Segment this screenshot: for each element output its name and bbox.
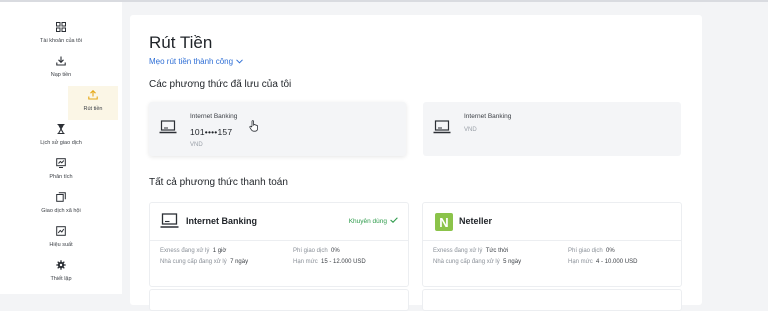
fee-label: Phí giao dịch [568,248,603,254]
fee-row: Phí giao dịch 0% [293,248,340,254]
recommended-badge: Khuyên dùng [349,217,398,225]
sidebar-item-label: Giao dịch xã hội [41,208,81,214]
limit-label: Hạn mức [293,259,318,265]
chevron-down-icon [236,57,243,66]
limit-row: Hạn mức 4 - 10.000 USD [568,259,637,265]
fee-row: Phí giao dịch 0% [568,248,615,254]
neteller-logo-icon: N [435,213,453,231]
copy-icon [55,191,67,203]
processing-value: Tức thời [485,248,509,254]
payment-method-header: Internet Banking Khuyên dùng [150,203,408,241]
laptop-icon [160,213,179,229]
saved-method-currency: VND [464,127,477,133]
saved-method-card[interactable]: Internet Banking 101••••157 VND [149,102,406,156]
tips-link[interactable]: Mẹo rút tiền thành công [149,57,243,66]
sidebar-item-settings[interactable]: Thiết lập [0,256,122,290]
sidebar-item-history[interactable]: Lịch sử giao dịch [0,120,122,154]
sidebar-item-performance[interactable]: Hiệu suất [0,222,122,256]
saved-method-name: Internet Banking [190,113,238,120]
payment-method-name: Neteller [459,216,493,226]
sidebar-item-withdraw[interactable]: Rút tiền [68,86,118,120]
provider-time-row: Nhà cung cấp đang xử lý 7 ngày [160,259,248,265]
fee-label: Phí giao dịch [293,248,328,254]
limit-value: 15 - 12.000 USD [321,259,366,265]
saved-method-card[interactable]: Internet Banking VND [423,102,681,156]
all-methods-heading: Tất cả phương thức thanh toán [149,177,288,188]
upload-icon [87,89,99,101]
page-title: Rút Tiền [149,33,213,52]
main-panel: Rút Tiền Mẹo rút tiền thành công Các phư… [130,15,702,311]
provider-time-row: Nhà cung cấp đang xử lý 5 ngày [433,259,521,265]
saved-method-account-number: 101••••157 [190,127,233,137]
grid-icon [55,21,67,33]
performance-icon [55,225,67,237]
fee-value: 0% [606,248,615,254]
provider-label: Nhà cung cấp đang xử lý [433,259,500,265]
provider-label: Nhà cung cấp đang xử lý [160,259,227,265]
payment-method-header: N Neteller [423,203,681,241]
payment-method-card[interactable]: N Neteller Exness đang xử lý Tức thời Ph… [422,202,682,287]
download-icon [55,55,67,67]
processing-time-row: Exness đang xử lý Tức thời [433,248,508,254]
saved-method-currency: VND [190,142,203,148]
fee-value: 0% [331,248,340,254]
provider-value: 5 ngày [503,259,522,265]
sidebar: Tài khoản của tôi Nạp tiền Rút tiền Lịch… [0,2,122,294]
limit-value: 4 - 10.000 USD [596,259,638,265]
recommended-label: Khuyên dùng [348,217,387,225]
hand-cursor-icon [249,119,259,132]
sidebar-item-label: Phân tích [49,174,73,180]
sidebar-item-label: Thiết lập [50,276,72,282]
limit-row: Hạn mức 15 - 12.000 USD [293,259,366,265]
sidebar-item-my-account[interactable]: Tài khoản của tôi [0,18,122,52]
hourglass-icon [55,123,67,135]
sidebar-item-label: Tài khoản của tôi [40,38,82,44]
processing-value: 1 giờ [212,248,227,254]
saved-method-name: Internet Banking [464,113,512,120]
saved-methods-heading: Các phương thức đã lưu của tôi [149,79,292,90]
sidebar-item-social-trading[interactable]: Giao dịch xã hội [0,188,122,222]
sidebar-item-analytics[interactable]: Phân tích [0,154,122,188]
laptop-icon [433,120,451,134]
sidebar-item-label: Nạp tiền [50,72,72,78]
tips-label: Mẹo rút tiền thành công [149,57,234,66]
processing-label: Exness đang xử lý [433,248,483,254]
processing-label: Exness đang xử lý [160,248,210,254]
limit-label: Hạn mức [568,259,593,265]
payment-method-card-partial[interactable] [149,289,409,311]
payment-method-name: Internet Banking [186,216,258,226]
sidebar-item-deposit[interactable]: Nạp tiền [0,52,122,86]
processing-time-row: Exness đang xử lý 1 giờ [160,248,226,254]
payment-method-card-partial[interactable] [422,289,682,311]
payment-method-card[interactable]: Internet Banking Khuyên dùng Exness đang… [149,202,409,287]
laptop-icon [159,120,177,134]
check-icon [390,217,398,225]
provider-value: 7 ngày [230,259,249,265]
gear-icon [55,259,67,271]
chart-icon [55,157,67,169]
sidebar-item-label: Hiệu suất [49,242,73,248]
sidebar-item-label: Lịch sử giao dịch [40,140,82,146]
sidebar-item-label: Rút tiền [83,106,103,112]
